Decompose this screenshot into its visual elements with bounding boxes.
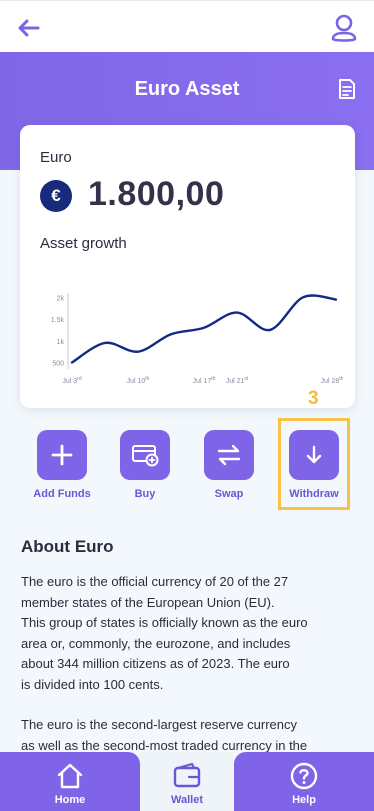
nav-wallet-label: Wallet xyxy=(171,794,203,806)
chart-x-tick-label: Jul 21st xyxy=(226,376,249,385)
growth-label: Asset growth xyxy=(40,235,127,252)
help-icon xyxy=(290,762,318,790)
statement-button[interactable] xyxy=(338,78,356,100)
nav-help-label: Help xyxy=(292,794,316,806)
about-line: member states of the European Union (EU)… xyxy=(21,594,275,610)
nav-home[interactable]: Home xyxy=(0,752,140,811)
asset-growth-chart: 500 1k 1.5k 2k Jul 3rd Jul 10th Jul 17th Jul 21… xyxy=(51,293,343,385)
chart-y-tick-label: 2k xyxy=(57,295,65,302)
chart-y-tick-label: 500 xyxy=(52,360,64,367)
user-icon xyxy=(331,14,357,42)
home-icon xyxy=(57,763,83,789)
about-line: about 344 million citizens as of 2023. T… xyxy=(21,656,290,671)
buy-label: Buy xyxy=(134,488,156,500)
document-icon xyxy=(339,79,355,99)
chart-x-tick-label: Jul 17th xyxy=(193,376,216,385)
nav-wallet[interactable]: Wallet xyxy=(140,752,234,811)
chart-x-tick-label: Jul 3rd xyxy=(62,376,81,385)
tutorial-step-number: 3 xyxy=(308,388,319,409)
buy-button[interactable]: Buy xyxy=(105,430,185,500)
back-button[interactable] xyxy=(16,15,42,41)
arrow-left-icon xyxy=(18,19,40,37)
about-title: About Euro xyxy=(21,537,114,556)
swap-icon xyxy=(217,444,241,466)
profile-button[interactable] xyxy=(330,13,358,43)
arrow-down-icon xyxy=(306,445,322,464)
nav-home-label: Home xyxy=(54,794,86,806)
chart-y-tick-label: 1.5k xyxy=(51,317,65,324)
swap-button[interactable]: Swap xyxy=(189,430,269,500)
about-line: The euro is the official currency of 20 … xyxy=(21,574,289,589)
currency-label: Euro xyxy=(40,149,72,166)
action-row: Add Funds Buy Swap Withdraw xyxy=(0,430,374,510)
bottom-nav: Home Wallet Help xyxy=(0,752,374,811)
add-funds-button[interactable]: Add Funds xyxy=(22,430,102,500)
chart-x-tick-label: Jul 10th xyxy=(127,376,150,385)
balance-amount: 1.800,00 xyxy=(88,175,225,213)
add-funds-tile[interactable] xyxy=(37,430,87,480)
about-line: is divided into 100 cents. xyxy=(21,676,164,692)
add-funds-label: Add Funds xyxy=(33,488,91,500)
euro-icon: € xyxy=(40,180,72,212)
about-line: This group of states is officially known… xyxy=(21,615,308,630)
wallet-icon xyxy=(173,762,201,788)
withdraw-tile[interactable] xyxy=(289,430,339,480)
chart-series-line xyxy=(70,294,338,364)
buy-tile[interactable] xyxy=(120,430,170,480)
withdraw-button[interactable]: Withdraw xyxy=(274,430,354,500)
swap-label: Swap xyxy=(214,488,244,500)
chart-x-tick-label: Jul 28th xyxy=(321,376,343,385)
withdraw-label: Withdraw xyxy=(289,488,339,500)
top-bar xyxy=(0,0,374,52)
swap-tile[interactable] xyxy=(204,430,254,480)
about-description: The euro is the official currency of 20 … xyxy=(21,572,357,756)
card-add-icon xyxy=(132,445,159,467)
about-line: The euro is the second-largest reserve c… xyxy=(21,717,298,732)
asset-card: Euro € 1.800,00 Asset growth 500 1k 1.5k 2k… xyxy=(20,125,355,408)
page-title: Euro Asset xyxy=(134,78,240,100)
chart-y-tick-label: 1k xyxy=(57,339,65,346)
nav-help[interactable]: Help xyxy=(234,752,374,811)
plus-icon xyxy=(51,444,73,466)
about-line: area or, commonly, the eurozone, and inc… xyxy=(21,635,291,651)
